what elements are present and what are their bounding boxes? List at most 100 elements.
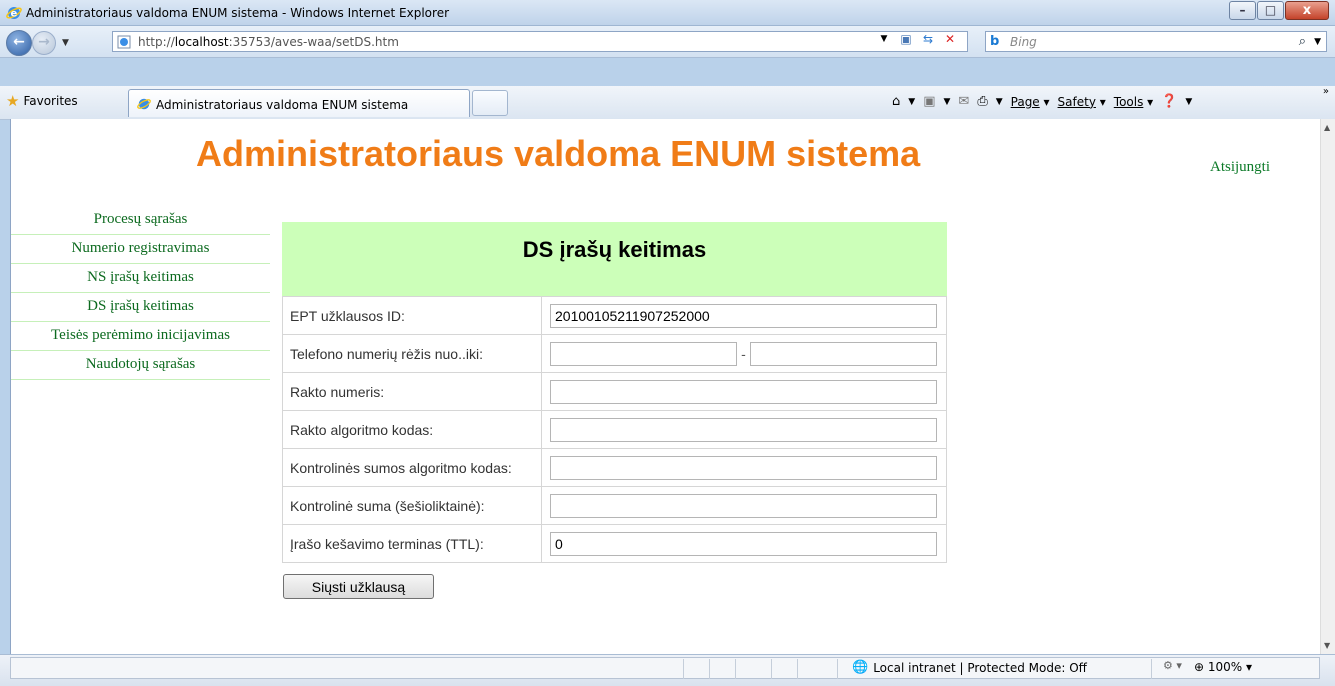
status-bar-panel (10, 657, 1320, 679)
compatibility-view-icon[interactable]: ▣ (898, 31, 914, 47)
menu-item-number-registration[interactable]: Numerio registravimas (11, 235, 270, 264)
back-button[interactable]: ← (6, 30, 32, 56)
refresh-icon[interactable]: ⇆ (920, 31, 936, 47)
minimize-icon: – (1239, 3, 1246, 17)
form-row: EPT užklausos ID: (282, 296, 947, 335)
status-separator (771, 659, 772, 679)
page-title: Administratoriaus valdoma ENUM sistema (196, 133, 921, 174)
key-algorithm-label: Rakto algoritmo kodas: (282, 410, 542, 449)
tools-menu[interactable]: Tools ▾ (1114, 95, 1153, 109)
help-icon[interactable]: ❓ (1161, 94, 1177, 109)
print-icon[interactable]: ⎙ (977, 94, 987, 109)
navigation-bar: ← → ▼ http://localhost:35753/aves-waa/se… (0, 26, 1335, 58)
page-menu[interactable]: Page ▾ (1011, 95, 1050, 109)
tab-title: Administratoriaus valdoma ENUM sistema (156, 98, 409, 112)
window-title: Administratoriaus valdoma ENUM sistema -… (26, 6, 450, 20)
search-options-dropdown-icon[interactable]: ▼ (1314, 37, 1321, 47)
menu-item-ns-records[interactable]: NS įrašų keitimas (11, 264, 270, 293)
feeds-icon[interactable]: ▣ (923, 94, 935, 109)
form-row: Rakto numeris: (282, 372, 947, 411)
tab-page-icon (137, 97, 151, 114)
bing-icon: b (990, 34, 1000, 49)
search-icon[interactable]: ⌕ (1299, 34, 1306, 49)
address-dropdown-icon[interactable]: ▼ (876, 31, 892, 47)
maximize-button[interactable]: □ (1257, 1, 1284, 20)
ept-id-input[interactable] (550, 303, 937, 328)
feeds-dropdown-icon[interactable]: ▼ (943, 97, 950, 107)
recent-pages-dropdown-icon[interactable]: ▼ (62, 38, 69, 48)
page-content: Administratoriaus valdoma ENUM sistema A… (10, 119, 1320, 654)
security-zone[interactable]: 🌐 Local intranet | Protected Mode: Off (852, 660, 1087, 675)
vertical-scrollbar[interactable]: ▲ ▼ (1320, 119, 1335, 654)
print-dropdown-icon[interactable]: ▼ (996, 97, 1003, 107)
form-row: Kontrolinės sumos algoritmo kodas: (282, 448, 947, 487)
star-icon: ★ (6, 92, 20, 110)
key-algorithm-input[interactable] (550, 417, 937, 442)
home-icon[interactable]: ⌂ (892, 94, 900, 109)
address-bar[interactable]: http://localhost:35753/aves-waa/setDS.ht… (112, 31, 968, 52)
zoom-control[interactable]: ⊕ 100% ▾ (1194, 660, 1252, 674)
scroll-up-icon[interactable]: ▲ (1324, 123, 1330, 132)
digest-algorithm-label: Kontrolinės sumos algoritmo kodas: (282, 448, 542, 487)
menu-item-ds-records[interactable]: DS įrašų keitimas (11, 293, 270, 322)
url-text[interactable]: http://localhost:35753/aves-waa/setDS.ht… (138, 35, 399, 49)
range-to-input[interactable] (750, 341, 937, 366)
svg-text:e: e (11, 9, 18, 20)
side-menu: Procesų sąrašas Numerio registravimas NS… (11, 210, 270, 380)
minimize-button[interactable]: – (1229, 1, 1256, 20)
forward-button[interactable]: → (32, 31, 56, 55)
page-icon (117, 35, 131, 52)
chevron-more-icon[interactable]: » (1323, 86, 1329, 97)
search-box[interactable]: b Bing ⌕ ▼ (985, 31, 1327, 52)
logout-link[interactable]: Atsijungti (1210, 159, 1270, 176)
digest-algorithm-input[interactable] (550, 455, 937, 480)
close-icon: x (1302, 3, 1312, 18)
status-separator (797, 659, 798, 679)
form-row: Įrašo kešavimo terminas (TTL): (282, 524, 947, 563)
digest-input[interactable] (550, 493, 937, 518)
range-separator: - (741, 345, 746, 362)
status-separator (1151, 659, 1152, 679)
form-row: Telefono numerių rėžis nuo..iki: - (282, 334, 947, 373)
mail-icon[interactable]: ✉ (958, 94, 969, 109)
form-row: Kontrolinė suma (šešioliktainė): (282, 486, 947, 525)
ttl-label: Įrašo kešavimo terminas (TTL): (282, 524, 542, 563)
browser-tab[interactable]: Administratoriaus valdoma ENUM sistema (128, 89, 470, 117)
internet-explorer-icon: e (6, 5, 22, 24)
ds-form-panel: DS įrašų keitimas EPT užklausos ID: Tele… (282, 222, 947, 563)
key-number-input[interactable] (550, 379, 937, 404)
favorites-label: Favorites (23, 94, 78, 108)
ds-form-table: EPT užklausos ID: Telefono numerių rėžis… (282, 296, 947, 563)
menu-item-process-list[interactable]: Procesų sąrašas (11, 210, 270, 235)
maximize-icon: □ (1264, 3, 1277, 17)
favorites-bar: ★ Favorites Administratoriaus valdoma EN… (0, 86, 1335, 120)
status-separator (683, 659, 684, 679)
favorites-button[interactable]: ★ Favorites (6, 92, 78, 110)
ttl-input[interactable] (550, 531, 937, 556)
range-from-input[interactable] (550, 341, 737, 366)
form-heading: DS įrašų keitimas (282, 222, 947, 296)
zoom-level: 100% (1207, 660, 1243, 674)
back-arrow-icon: ← (13, 34, 25, 50)
protected-mode-icon[interactable]: ⚙ ▾ (1163, 659, 1182, 672)
menu-item-transfer-initiation[interactable]: Teisės perėmimo inicijavimas (11, 322, 270, 351)
safety-menu[interactable]: Safety ▾ (1058, 95, 1106, 109)
home-dropdown-icon[interactable]: ▼ (908, 97, 915, 107)
scroll-down-icon[interactable]: ▼ (1324, 641, 1330, 650)
digest-label: Kontrolinė suma (šešioliktainė): (282, 486, 542, 525)
stop-icon[interactable]: ✕ (942, 31, 958, 47)
security-zone-text: Local intranet | Protected Mode: Off (873, 660, 1087, 675)
command-bar: ⌂ ▼ ▣ ▼ ✉ ⎙ ▼ Page ▾ Safety ▾ Tools ▾ ❓ ▼ (892, 94, 1192, 109)
close-button[interactable]: x (1285, 1, 1329, 20)
forward-arrow-icon: → (38, 34, 50, 50)
form-row: Rakto algoritmo kodas: (282, 410, 947, 449)
key-number-label: Rakto numeris: (282, 372, 542, 411)
number-range-label: Telefono numerių rėžis nuo..iki: (282, 334, 542, 373)
window-title-bar: e Administratoriaus valdoma ENUM sistema… (0, 0, 1335, 26)
ept-id-label: EPT užklausos ID: (282, 296, 542, 335)
new-tab-button[interactable] (472, 90, 508, 116)
menu-item-user-list[interactable]: Naudotojų sąrašas (11, 351, 270, 380)
help-dropdown-icon[interactable]: ▼ (1185, 97, 1192, 107)
search-placeholder: Bing (1010, 35, 1037, 49)
submit-request-button[interactable]: Siųsti užklausą (283, 574, 434, 599)
